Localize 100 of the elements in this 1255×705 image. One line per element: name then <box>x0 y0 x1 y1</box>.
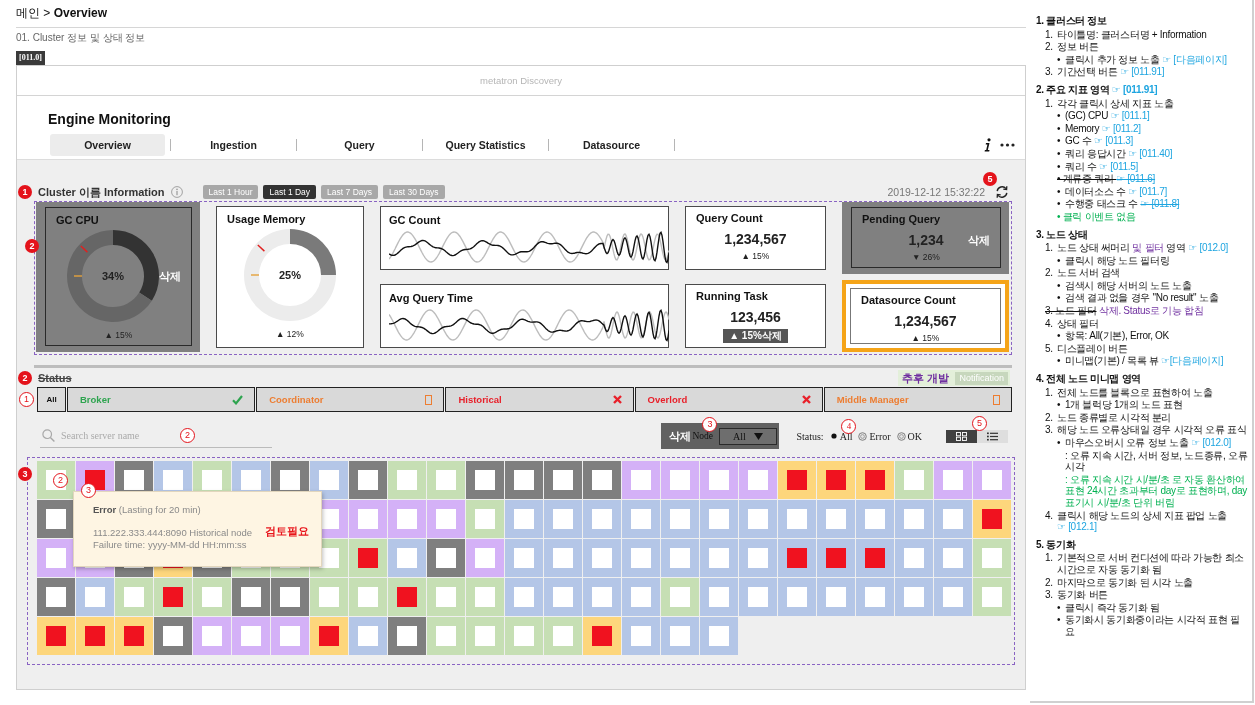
node-tile[interactable] <box>817 539 855 577</box>
node-tile[interactable] <box>934 578 972 616</box>
node-tile[interactable] <box>193 617 231 655</box>
node-tile[interactable] <box>427 578 465 616</box>
node-tile[interactable] <box>739 500 777 538</box>
node-tile[interactable] <box>544 578 582 616</box>
node-tile[interactable] <box>505 500 543 538</box>
node-tile[interactable] <box>739 461 777 499</box>
node-tile[interactable] <box>895 539 933 577</box>
node-tile[interactable] <box>661 617 699 655</box>
node-tile[interactable] <box>817 578 855 616</box>
node-tile[interactable] <box>661 461 699 499</box>
node-tile[interactable] <box>310 461 348 499</box>
tab[interactable]: Datasource <box>554 134 669 156</box>
node-type-filter[interactable]: Broker <box>67 387 256 412</box>
node-tile[interactable] <box>466 617 504 655</box>
node-tile[interactable] <box>622 578 660 616</box>
reference-link[interactable]: ☞[다음페이지] <box>1161 355 1224 367</box>
node-tile[interactable] <box>388 461 426 499</box>
node-tile[interactable] <box>583 500 621 538</box>
node-type-filter[interactable]: Historical <box>445 387 634 412</box>
info-icon[interactable] <box>984 138 991 152</box>
reference-link[interactable]: ☞ [011.5] <box>1099 160 1138 172</box>
status-radio[interactable]: OK <box>896 430 922 442</box>
node-tile[interactable] <box>427 461 465 499</box>
node-type-filter[interactable]: Overlord <box>634 387 823 412</box>
node-tile[interactable] <box>154 578 192 616</box>
node-tile[interactable] <box>349 578 387 616</box>
tab[interactable]: Overview <box>50 134 165 156</box>
metric-card[interactable]: Query Count 1,234,567 ▲ 15% <box>685 206 826 270</box>
node-tile[interactable] <box>466 461 504 499</box>
node-tile[interactable] <box>583 539 621 577</box>
node-type-filter[interactable]: Coordinator <box>256 387 445 412</box>
reference-link[interactable]: ☞ [012.0] <box>1188 242 1228 254</box>
list-view-button[interactable] <box>977 429 1008 443</box>
node-tile[interactable] <box>349 461 387 499</box>
node-tile[interactable] <box>934 539 972 577</box>
node-tile[interactable] <box>115 578 153 616</box>
node-tile[interactable] <box>193 578 231 616</box>
metric-card[interactable]: Running Task 123,456 ▲ 15%삭제 <box>685 284 826 348</box>
node-tile[interactable] <box>427 617 465 655</box>
node-tile[interactable] <box>76 617 114 655</box>
reference-link[interactable]: ☞ [012.0] <box>1191 437 1231 448</box>
node-tile[interactable] <box>583 461 621 499</box>
node-tile[interactable] <box>349 617 387 655</box>
node-tile[interactable] <box>856 500 894 538</box>
time-range-button[interactable]: Last 1 Day <box>263 185 317 199</box>
node-tile[interactable] <box>388 500 426 538</box>
node-tile[interactable] <box>700 539 738 577</box>
time-range-button[interactable]: Last 7 Days <box>321 185 378 199</box>
node-tile[interactable] <box>544 539 582 577</box>
reference-link[interactable]: ☞ [011.3] <box>1094 135 1133 147</box>
node-tile[interactable] <box>739 539 777 577</box>
node-tile[interactable] <box>778 539 816 577</box>
node-tile[interactable] <box>700 461 738 499</box>
node-tile[interactable] <box>973 461 1011 499</box>
node-tile[interactable] <box>544 617 582 655</box>
node-tile[interactable] <box>232 578 270 616</box>
filter-all-button[interactable]: All <box>37 387 66 412</box>
node-tile[interactable] <box>37 461 75 499</box>
node-tile[interactable] <box>349 500 387 538</box>
node-tile[interactable] <box>505 461 543 499</box>
node-tile[interactable] <box>700 578 738 616</box>
node-tile[interactable] <box>388 539 426 577</box>
node-tile[interactable] <box>583 578 621 616</box>
reference-link[interactable]: ☞ [다음페이지] <box>1162 53 1227 65</box>
node-tile[interactable] <box>622 500 660 538</box>
node-tile[interactable] <box>505 617 543 655</box>
node-tile[interactable] <box>778 578 816 616</box>
reference-link[interactable]: ☞ [011.7] <box>1128 185 1168 197</box>
tab[interactable]: Ingestion <box>176 134 291 156</box>
node-tile[interactable] <box>466 500 504 538</box>
metric-card[interactable]: Usage Memory 25% ▲ 12% <box>216 206 364 348</box>
node-tile[interactable] <box>700 617 738 655</box>
node-tile[interactable] <box>778 461 816 499</box>
reference-link[interactable]: ☞ [012.1] <box>1057 521 1097 533</box>
node-tile[interactable] <box>271 578 309 616</box>
reference-link[interactable]: ☞ [011.91] <box>1111 83 1158 95</box>
more-icon[interactable] <box>1000 143 1015 147</box>
node-tile[interactable] <box>37 617 75 655</box>
reference-link[interactable]: ☞ [011.40] <box>1128 147 1173 159</box>
metric-card[interactable]: GC Count <box>380 206 669 270</box>
node-tile[interactable] <box>817 500 855 538</box>
node-tile[interactable] <box>934 461 972 499</box>
node-tile[interactable] <box>310 617 348 655</box>
reference-link[interactable]: ☞ [011.2] <box>1101 122 1141 134</box>
node-tile[interactable] <box>778 500 816 538</box>
tab[interactable]: Query Statistics <box>428 134 543 156</box>
node-tile[interactable] <box>427 500 465 538</box>
node-tile[interactable] <box>622 461 660 499</box>
node-tile[interactable] <box>622 617 660 655</box>
metric-card[interactable]: Avg Query Time <box>380 284 669 348</box>
node-tile[interactable] <box>427 539 465 577</box>
status-radio[interactable]: Error <box>858 430 891 442</box>
node-tile[interactable] <box>700 500 738 538</box>
node-tile[interactable] <box>856 461 894 499</box>
metric-card[interactable]: Datasource Count 1,234,567 ▲ 15% <box>842 280 1009 352</box>
node-tile[interactable] <box>973 578 1011 616</box>
node-tile[interactable] <box>856 578 894 616</box>
grid-view-button[interactable] <box>946 429 977 443</box>
